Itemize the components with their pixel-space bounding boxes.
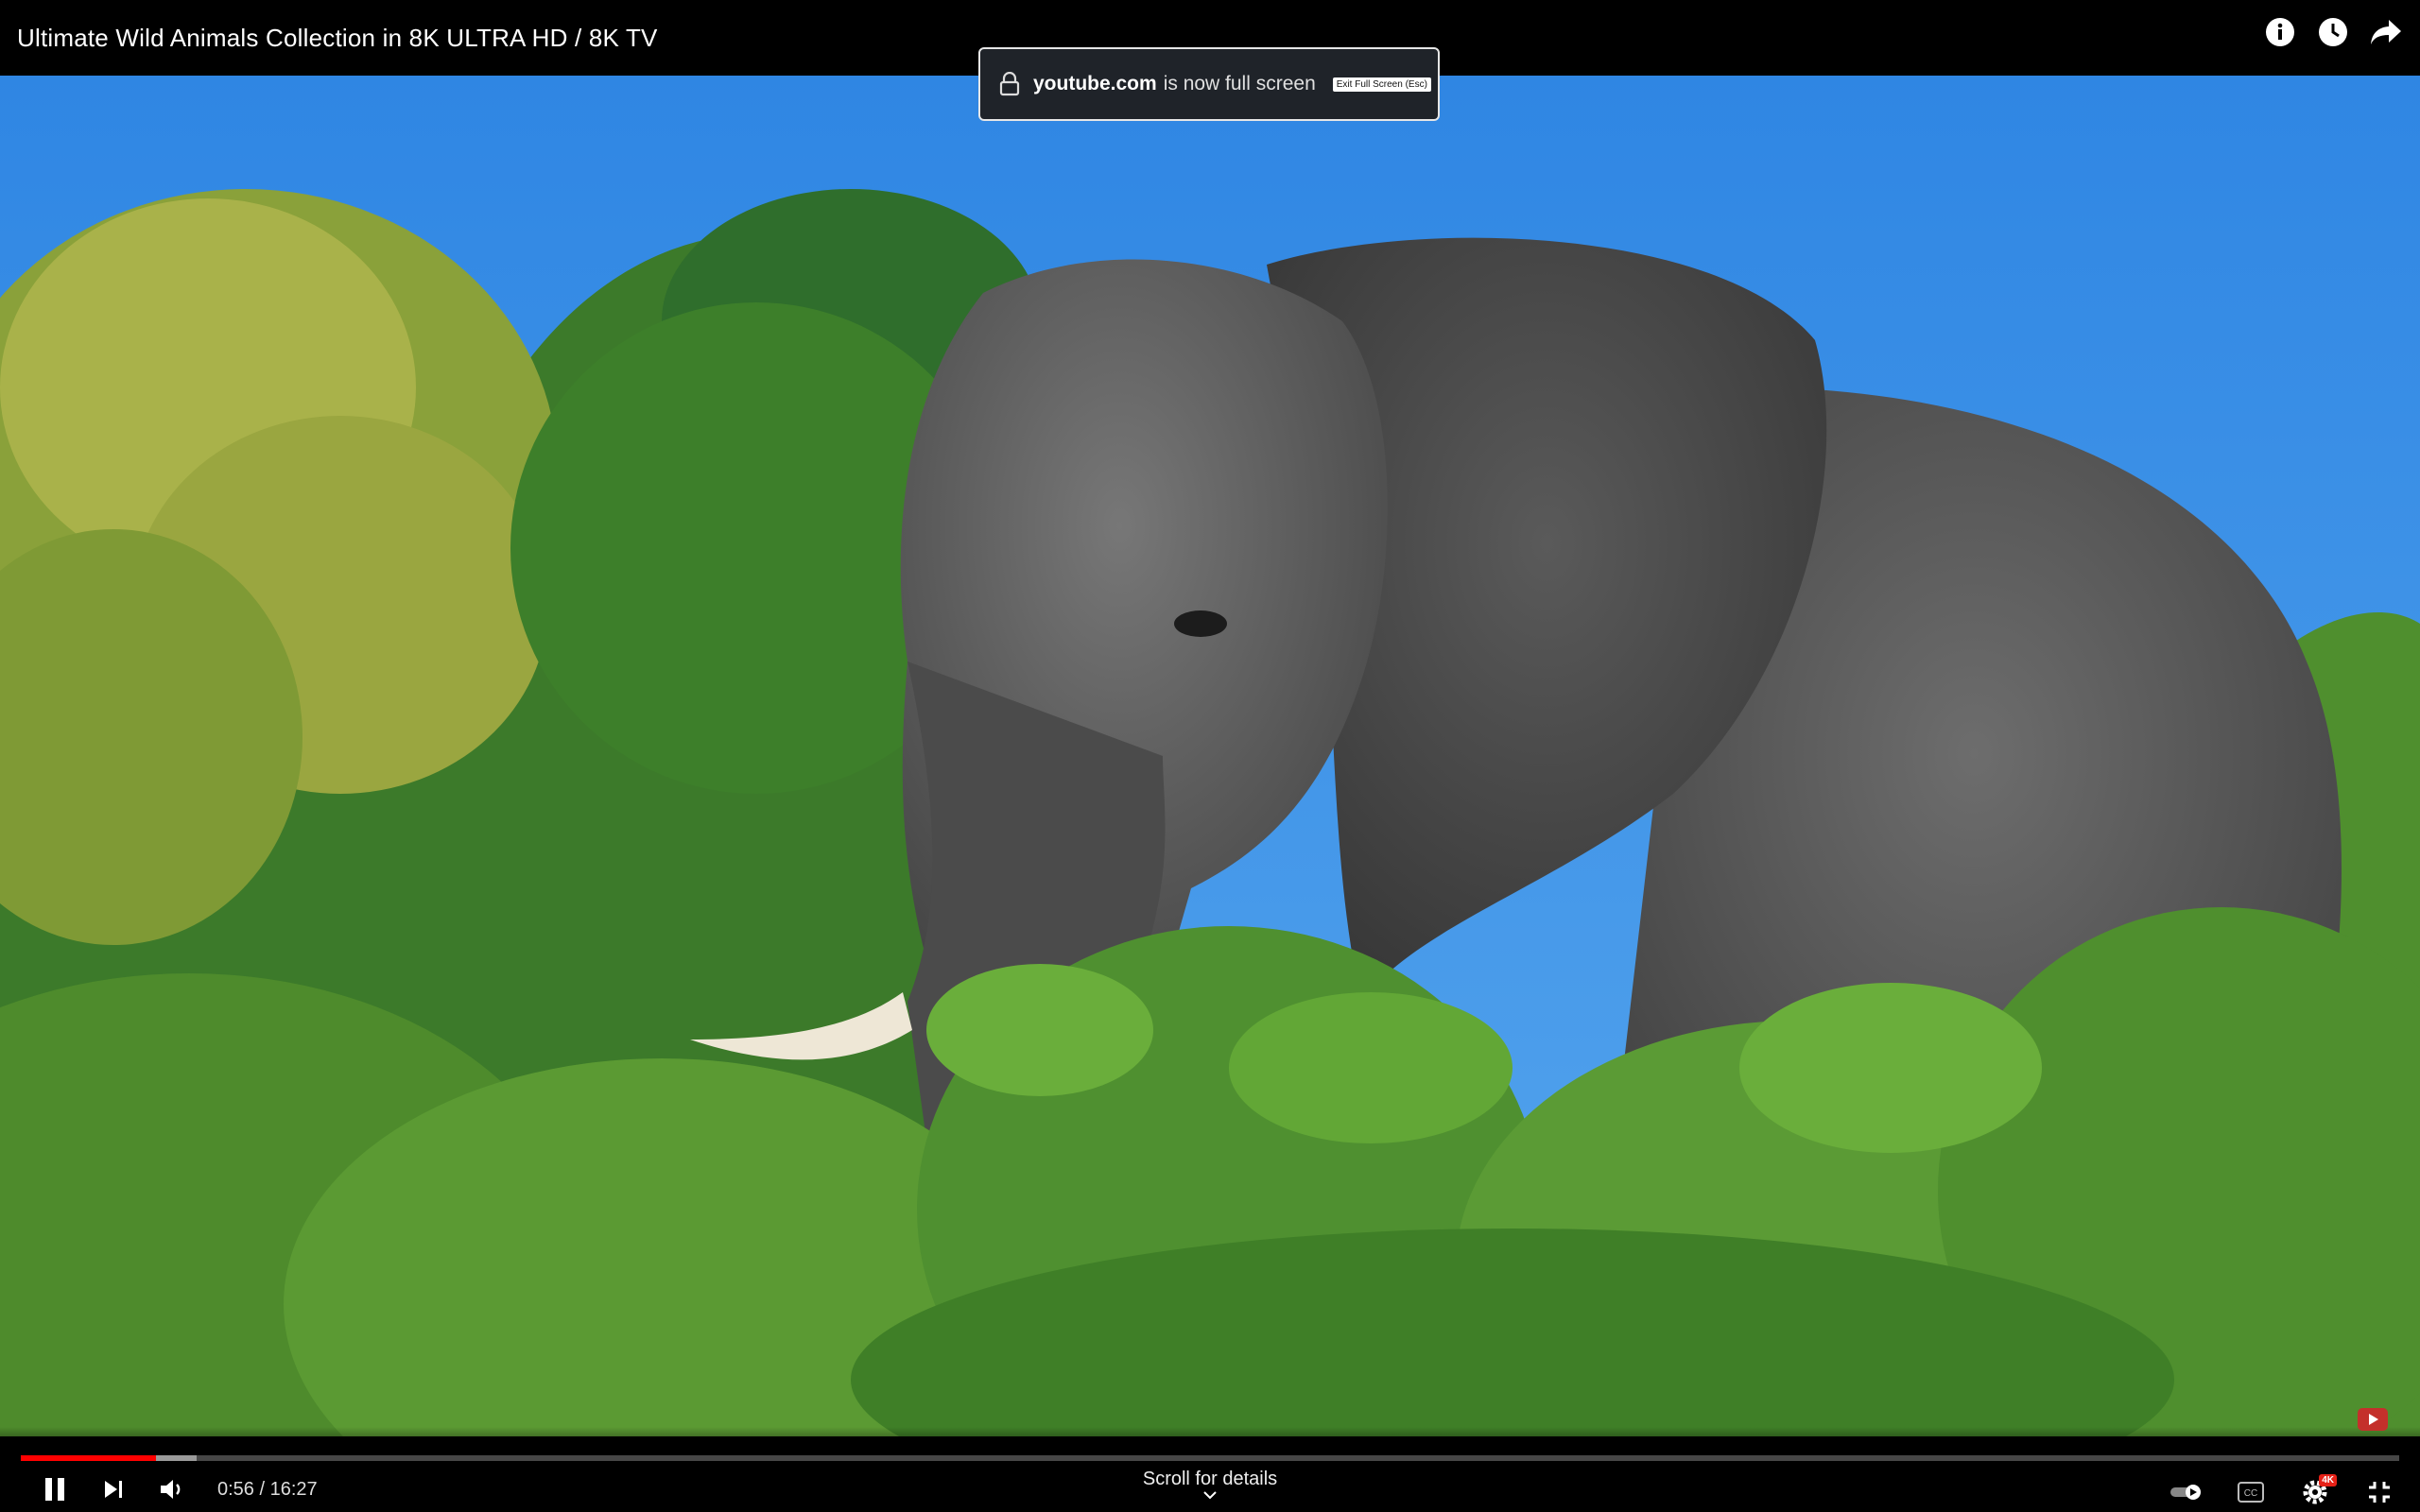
chevron-down-icon [1203,1491,1217,1500]
watch-later-icon[interactable] [2316,15,2350,49]
subtitles-icon: CC [2238,1482,2264,1503]
notice-message: is now full screen [1163,73,1316,94]
exit-fullscreen-icon [2369,1482,2390,1503]
left-controls: 0:56 / 16:27 [38,1472,318,1506]
subtitles-button[interactable]: CC [2231,1476,2271,1508]
video-scene [0,76,2420,1436]
video-frame[interactable] [0,76,2420,1436]
progress-bar[interactable] [21,1455,2399,1461]
top-icons [2263,15,2403,49]
autoplay-toggle-icon [2170,1485,2201,1500]
info-icon[interactable] [2263,15,2297,49]
played-bar [21,1455,157,1461]
volume-button[interactable] [155,1472,189,1506]
youtube-logo-icon[interactable] [2358,1408,2388,1431]
current-time: 0:56 [217,1478,254,1500]
exit-fullscreen-button[interactable]: Exit Full Screen (Esc) [1332,77,1431,92]
right-controls: CC 4K [2167,1474,2399,1508]
autoplay-toggle[interactable] [2167,1476,2206,1508]
scroll-label: Scroll for details [1142,1469,1278,1489]
exit-fullscreen-control[interactable] [2360,1476,2399,1508]
fullscreen-notice: youtube.com is now full screen Exit Full… [978,47,1440,121]
pause-icon [45,1478,64,1501]
time-display: 0:56 / 16:27 [217,1479,318,1501]
scroll-for-details[interactable]: Scroll for details [1115,1469,1305,1500]
lock-icon [999,72,1020,96]
pause-button[interactable] [38,1472,72,1506]
settings-button[interactable]: 4K [2295,1474,2337,1508]
duration: 16:27 [269,1478,318,1500]
time-separator: / [253,1478,270,1500]
quality-badge: 4K [2319,1474,2337,1486]
svg-text:CC: CC [2244,1488,2257,1499]
next-button[interactable] [96,1472,130,1506]
notice-domain: youtube.com [1033,73,1157,94]
volume-icon [161,1480,181,1499]
video-title[interactable]: Ultimate Wild Animals Collection in 8K U… [17,24,658,53]
player-controls: 0:56 / 16:27 Scroll for details CC 4K [0,1427,2420,1512]
share-icon[interactable] [2369,15,2403,49]
next-icon [105,1481,122,1498]
